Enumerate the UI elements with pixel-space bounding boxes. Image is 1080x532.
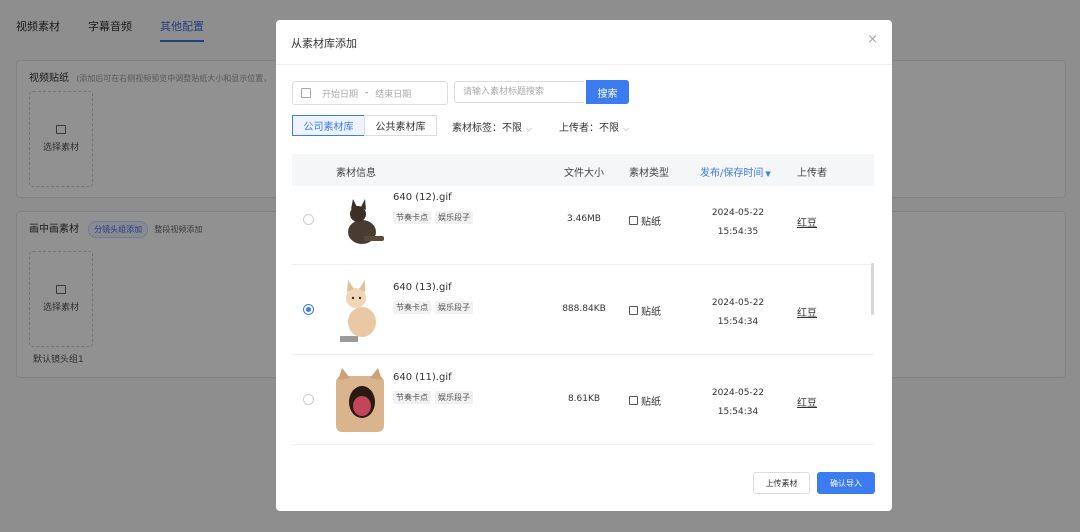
publish-date: 2024-05-22 — [711, 208, 765, 218]
tag-filter-label: 素材标签：不限 — [452, 123, 522, 134]
column-header-info: 素材信息 — [336, 168, 376, 179]
dialog-title: 从素材库添加 — [291, 37, 357, 50]
publish-clock: 15:54:35 — [717, 227, 759, 237]
tab-public-library[interactable]: 公共素材库 — [364, 115, 437, 136]
table-row[interactable]: 640 (11).gif 节奏卡点 娱乐段子 8.61KB 贴纸 2024-05… — [292, 354, 874, 445]
sticker-icon — [629, 216, 638, 225]
material-table-body: 640 (12).gif 节奏卡点 娱乐段子 3.46MB 贴纸 2024-05… — [292, 186, 874, 454]
sort-down-icon: ▼ — [765, 170, 771, 178]
publish-time: 2024-05-22 15:54:35 — [702, 204, 774, 242]
file-name: 640 (12).gif — [393, 192, 452, 203]
date-start-input[interactable]: 开始日期 — [322, 87, 358, 100]
publish-date: 2024-05-22 — [711, 388, 765, 398]
tag-list: 节奏卡点 娱乐段子 — [393, 391, 473, 404]
tag: 娱乐段子 — [435, 211, 473, 224]
uploader-filter-label: 上传者：不限 — [559, 123, 619, 134]
uploader-link[interactable]: 红豆 — [797, 394, 817, 409]
search-button[interactable]: 搜索 — [586, 80, 629, 104]
date-end-input[interactable]: 结束日期 — [375, 87, 411, 100]
tag: 娱乐段子 — [435, 301, 473, 314]
file-type: 贴纸 — [629, 393, 661, 408]
tag: 娱乐段子 — [435, 391, 473, 404]
calendar-icon — [301, 88, 311, 98]
publish-time: 2024-05-22 15:54:34 — [702, 294, 774, 332]
table-row[interactable]: 640 (12).gif 节奏卡点 娱乐段子 3.46MB 贴纸 2024-05… — [292, 186, 874, 265]
file-type-label: 贴纸 — [641, 397, 661, 408]
file-name: 640 (13).gif — [393, 282, 452, 293]
column-header-uploader: 上传者 — [797, 168, 827, 179]
file-name: 640 (11).gif — [393, 372, 452, 383]
chevron-down-icon: ⌵ — [526, 124, 533, 133]
file-type: 贴纸 — [629, 303, 661, 318]
publish-date: 2024-05-22 — [711, 298, 765, 308]
file-type-label: 贴纸 — [641, 217, 661, 228]
cat-thumbnail-image — [336, 368, 384, 432]
tag: 节奏卡点 — [393, 211, 431, 224]
file-size: 888.84KB — [562, 304, 606, 314]
tag-list: 节奏卡点 娱乐段子 — [393, 301, 473, 314]
uploader-filter-dropdown[interactable]: 上传者：不限 ⌵ — [559, 119, 629, 134]
file-size: 3.46MB — [567, 214, 601, 224]
column-header-size: 文件大小 — [564, 168, 604, 179]
tag: 节奏卡点 — [393, 301, 431, 314]
table-scrollbar[interactable] — [871, 263, 874, 315]
file-size: 8.61KB — [567, 394, 601, 404]
material-library-dialog: 从素材库添加 × 开始日期 - 结束日期 搜索 公司素材库 公共素材库 素材标签… — [276, 20, 892, 511]
confirm-import-button[interactable]: 确认导入 — [817, 472, 875, 494]
row-radio[interactable] — [303, 304, 314, 315]
uploader-link[interactable]: 红豆 — [797, 304, 817, 319]
divider — [276, 64, 892, 65]
publish-clock: 15:54:34 — [717, 407, 759, 417]
publish-clock: 15:54:34 — [717, 317, 759, 327]
uploader-link[interactable]: 红豆 — [797, 214, 817, 229]
cat-thumbnail-image — [340, 280, 376, 342]
search-input[interactable] — [454, 81, 584, 103]
chevron-down-icon: ⌵ — [623, 124, 630, 133]
column-header-date-sortable[interactable]: 发布/保存时间 ▼ — [700, 164, 771, 179]
date-separator: - — [365, 88, 369, 98]
file-type-label: 贴纸 — [641, 307, 661, 318]
row-radio[interactable] — [303, 214, 314, 225]
table-header: 素材信息 文件大小 素材类型 发布/保存时间 ▼ 上传者 — [292, 154, 874, 186]
upload-material-button[interactable]: 上传素材 — [753, 472, 810, 494]
publish-time: 2024-05-22 15:54:34 — [702, 384, 774, 422]
column-header-date: 发布/保存时间 — [700, 168, 764, 179]
tag-filter-dropdown[interactable]: 素材标签：不限 ⌵ — [452, 119, 532, 134]
row-radio[interactable] — [303, 394, 314, 405]
sticker-icon — [629, 306, 638, 315]
file-type: 贴纸 — [629, 213, 661, 228]
column-header-type: 素材类型 — [629, 168, 669, 179]
table-row[interactable] — [292, 444, 874, 454]
tab-company-library[interactable]: 公司素材库 — [292, 115, 365, 136]
tag-list: 节奏卡点 娱乐段子 — [393, 211, 473, 224]
table-row[interactable]: 640 (13).gif 节奏卡点 娱乐段子 888.84KB 贴纸 2024-… — [292, 264, 874, 355]
tag: 节奏卡点 — [393, 391, 431, 404]
close-icon[interactable]: × — [867, 32, 878, 47]
date-range-picker[interactable]: 开始日期 - 结束日期 — [292, 81, 448, 105]
cat-thumbnail-image — [348, 199, 384, 244]
sticker-icon — [629, 396, 638, 405]
